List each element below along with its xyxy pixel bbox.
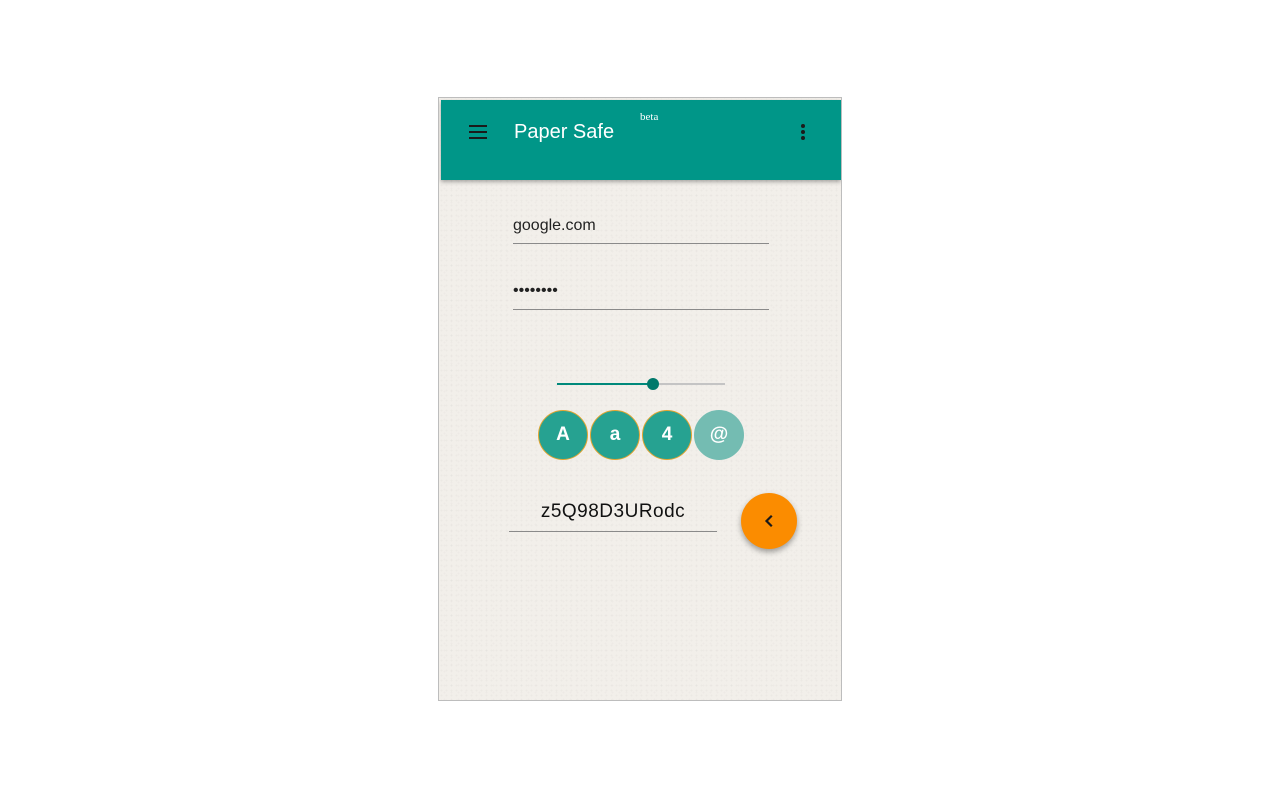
app-window: Paper Safe beta A a 4 @ z5Q98D3URodc: [438, 97, 842, 701]
slider-fill: [557, 383, 653, 385]
digits-toggle[interactable]: 4: [642, 410, 692, 460]
app-title: Paper Safe: [514, 121, 615, 143]
back-fab-button[interactable]: [741, 493, 797, 549]
more-vert-icon[interactable]: [798, 124, 808, 144]
app-bar: Paper Safe beta: [441, 100, 841, 180]
symbols-toggle[interactable]: @: [694, 410, 744, 460]
domain-input[interactable]: [513, 214, 769, 244]
menu-icon[interactable]: [469, 125, 489, 141]
generated-password[interactable]: z5Q98D3URodc: [509, 494, 717, 532]
lowercase-toggle[interactable]: a: [590, 410, 640, 460]
beta-badge: beta: [640, 111, 659, 123]
slider-thumb[interactable]: [646, 378, 659, 390]
chevron-left-icon: [764, 514, 773, 528]
uppercase-toggle[interactable]: A: [538, 410, 588, 460]
master-password-input[interactable]: [513, 278, 769, 310]
length-slider[interactable]: [557, 374, 725, 394]
